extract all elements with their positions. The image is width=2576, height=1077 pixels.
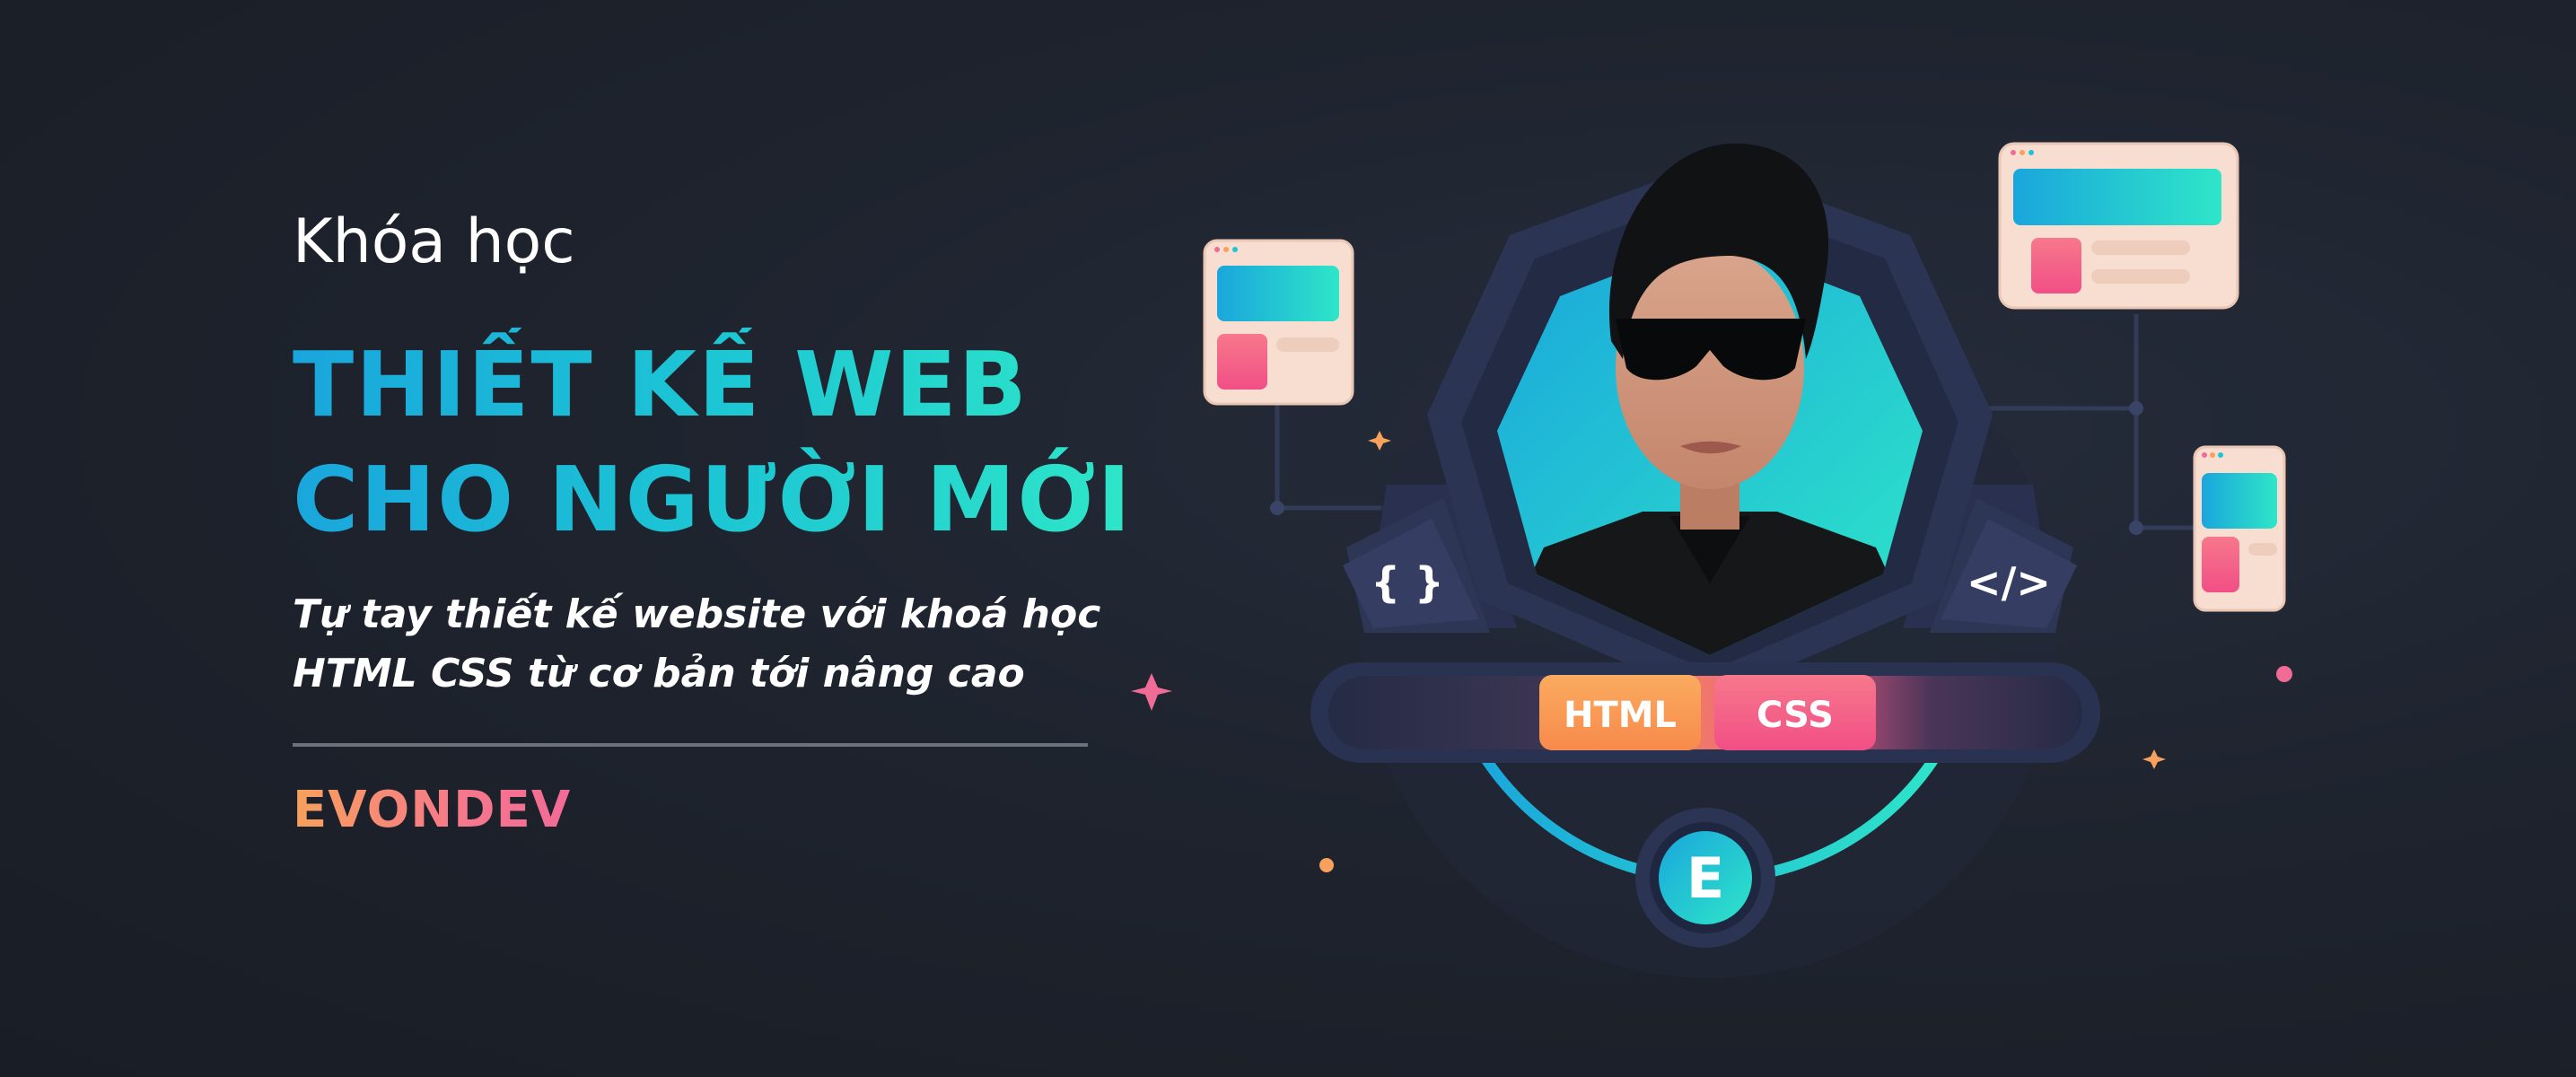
svg-text:</>: </>	[1967, 558, 2051, 607]
svg-text:{ }: { }	[1371, 558, 1444, 607]
browser-window-icon	[1998, 142, 2239, 310]
evondev-logo-icon: E	[1635, 808, 1775, 948]
svg-text:HTML: HTML	[1564, 695, 1677, 736]
sparkle-icon	[1131, 673, 1172, 711]
course-illustration: { } </> HTML CSS E	[1131, 142, 2292, 978]
sparkle-icon	[1368, 431, 1391, 451]
tech-tag-bar	[1310, 662, 2100, 763]
svg-text:E: E	[1687, 845, 1724, 911]
decor-dot	[2276, 666, 2292, 682]
browser-window-icon	[1203, 239, 1354, 406]
sparkle-icon	[2142, 749, 2166, 769]
tag-css: CSS	[1714, 675, 1876, 750]
decor-dot	[1319, 858, 1334, 872]
tag-html: HTML	[1539, 675, 1701, 750]
svg-text:CSS: CSS	[1757, 695, 1834, 736]
browser-window-icon	[2193, 445, 2286, 612]
